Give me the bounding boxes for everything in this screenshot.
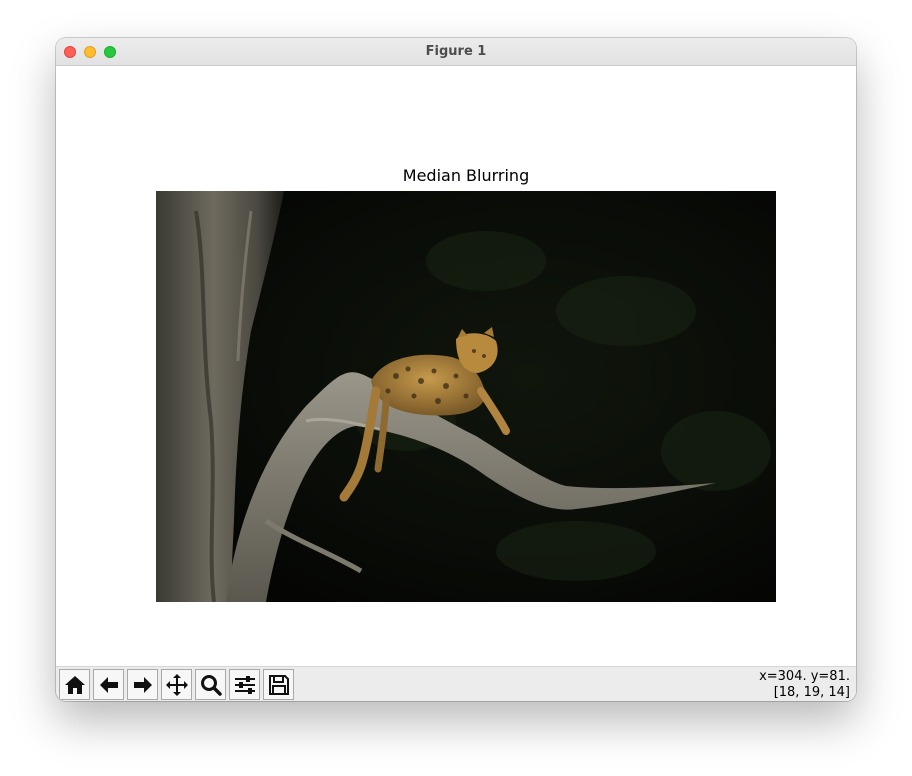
window-title: Figure 1 [425, 44, 487, 59]
forward-button[interactable] [127, 669, 158, 700]
figure-canvas[interactable]: Median Blurring [56, 66, 856, 666]
magnifier-icon [200, 674, 222, 696]
back-button[interactable] [93, 669, 124, 700]
arrow-left-icon [99, 676, 118, 693]
axes-title: Median Blurring [402, 166, 530, 185]
cursor-coordinates: x=304. y=81. [759, 669, 850, 684]
zoom-button[interactable] [195, 669, 226, 700]
move-icon [165, 673, 188, 696]
save-button[interactable] [263, 669, 294, 700]
home-button[interactable] [59, 669, 90, 700]
navigation-toolbar: x=304. y=81. [18, 19, 14] [56, 666, 856, 701]
pan-button[interactable] [161, 669, 192, 700]
figure-window: Figure 1 Median Blurring x=304. y=81. [1… [56, 38, 856, 701]
leopard-photo [156, 191, 776, 603]
title-bar[interactable]: Figure 1 [56, 38, 856, 66]
pixel-value: [18, 19, 14] [773, 685, 850, 700]
cursor-readout: x=304. y=81. [18, 19, 14] [759, 669, 850, 701]
floppy-disk-icon [268, 674, 289, 695]
home-icon [64, 675, 85, 694]
configure-subplots-button[interactable] [229, 669, 260, 700]
sliders-icon [234, 675, 255, 694]
image-display[interactable] [156, 191, 776, 603]
arrow-right-icon [133, 676, 152, 693]
